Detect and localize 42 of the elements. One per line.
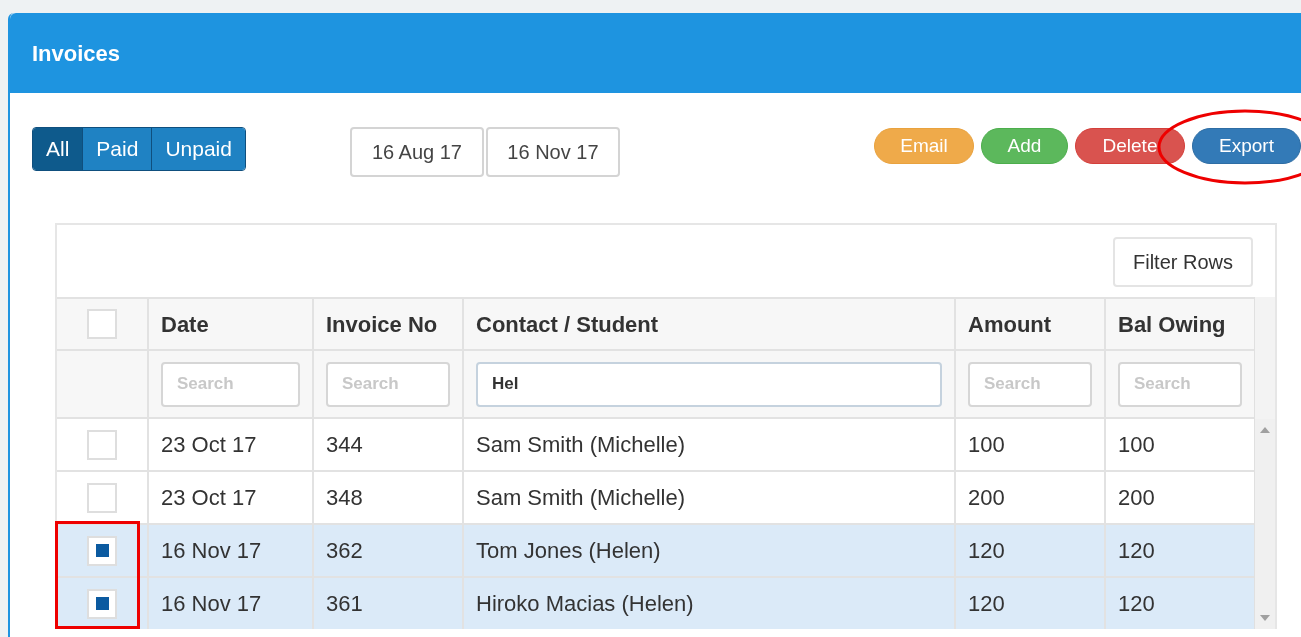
table-cell: Hiroko Macias (Helen) [462,576,954,629]
table-cell: 348 [312,470,462,523]
checkbox[interactable] [87,588,117,619]
table-cell: 120 [954,576,1104,629]
table-cell: Tom Jones (Helen) [462,523,954,576]
table-cell: 362 [312,523,462,576]
delete-button[interactable]: Delete [1075,128,1185,164]
table-row[interactable]: 16 Nov 17 362 Tom Jones (Helen) 120 120 [57,523,1254,576]
start-date-button[interactable]: 16 Aug 17 [349,127,484,177]
table-cell: Sam Smith (Michelle) [462,417,954,470]
table-cell: 100 [954,417,1104,470]
status-filter-tab[interactable]: Unpaid [151,128,245,170]
scroll-up-icon[interactable] [1260,427,1270,433]
column-header[interactable]: Contact / Student [462,297,954,349]
export-button[interactable]: Export [1192,128,1301,164]
column-header[interactable]: Bal Owing [1104,297,1254,349]
end-date-button[interactable]: 16 Nov 17 [485,127,620,177]
table-cell: 361 [312,576,462,629]
status-filter-tab[interactable]: All [33,128,83,170]
column-search-field[interactable]: Hel [476,361,942,407]
table-cell: 344 [312,417,462,470]
checkbox[interactable] [87,482,117,513]
scroll-down-icon[interactable] [1260,615,1270,621]
column-header[interactable]: Date [147,297,312,349]
table-row[interactable]: 16 Nov 17 361 Hiroko Macias (Helen) 120 120 [57,576,1254,629]
table-row[interactable]: 23 Oct 17 344 Sam Smith (Michelle) 100 100 [57,417,1254,470]
checkbox[interactable] [87,429,117,460]
checkbox[interactable] [87,535,117,566]
column-header[interactable]: Invoice No [312,297,462,349]
table-cell: 16 Nov 17 [147,523,312,576]
table-cell: 200 [954,470,1104,523]
checkbox[interactable] [87,309,117,339]
table-cell: 120 [954,523,1104,576]
table-cell: Sam Smith (Michelle) [462,470,954,523]
table-cell: 23 Oct 17 [147,417,312,470]
panel-title: Invoices [32,39,121,68]
table-row[interactable]: 23 Oct 17 348 Sam Smith (Michelle) 200 200 [57,470,1254,523]
filter-rows-button[interactable]: Filter Rows [1113,237,1253,287]
table-cell: 16 Nov 17 [147,576,312,629]
status-filter-tab[interactable]: Paid [82,128,152,170]
table-cell: 23 Oct 17 [147,470,312,523]
column-header[interactable]: Amount [954,297,1104,349]
